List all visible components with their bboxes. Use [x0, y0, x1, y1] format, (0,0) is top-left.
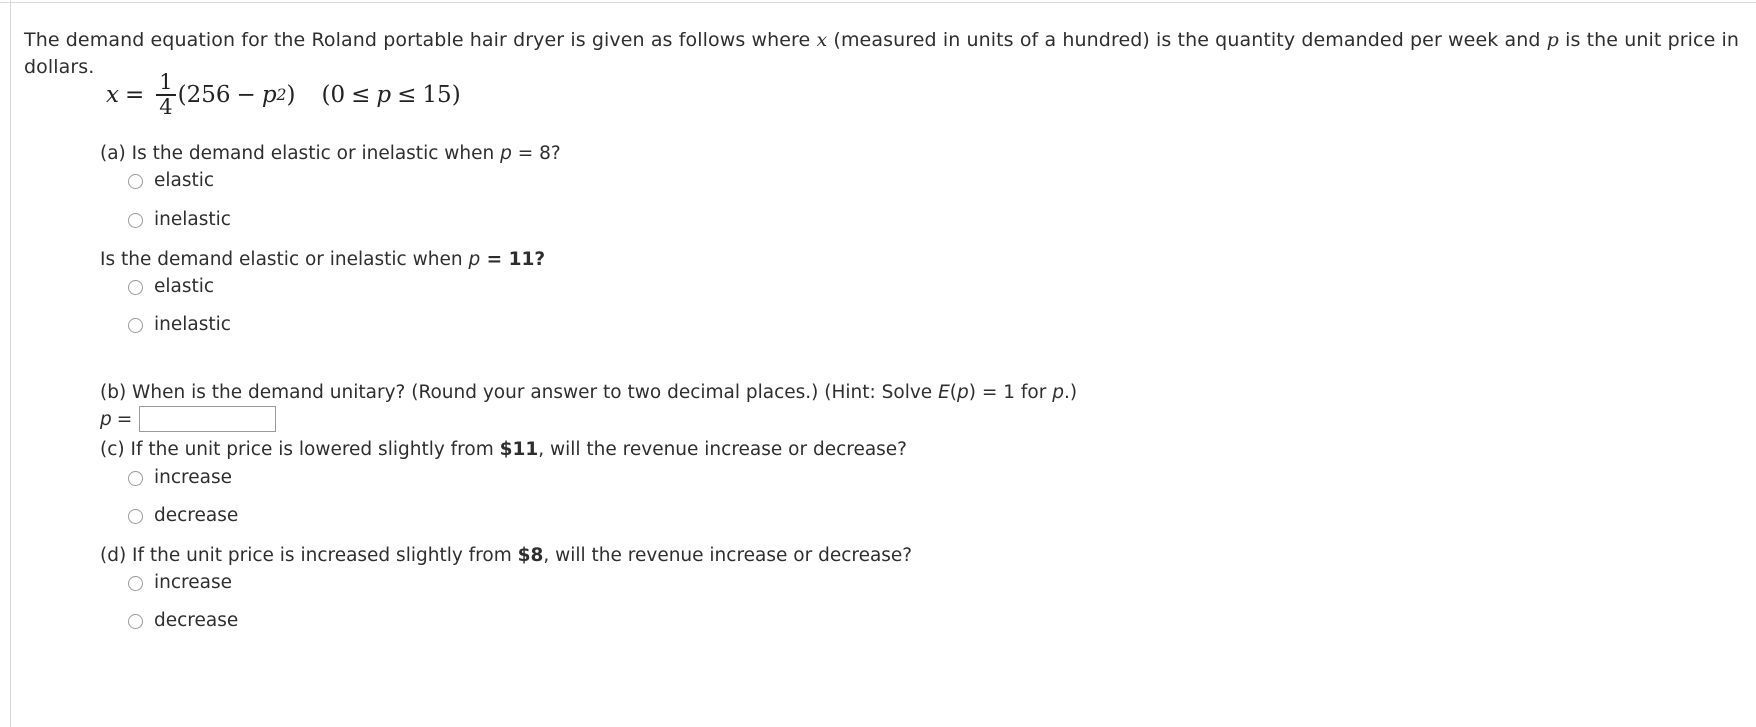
option-label: elastic — [154, 276, 215, 297]
part-b-answer-row: p = — [100, 406, 277, 432]
part-a-q1-text: (a) Is the demand elastic or inelastic w… — [100, 143, 501, 164]
fraction-denominator: 4 — [159, 94, 173, 119]
option-label: decrease — [154, 505, 239, 526]
part-a-q2-text: Is the demand elastic or inelastic when — [100, 249, 469, 270]
part-d-text: (d) If the unit price is increased sligh… — [100, 545, 518, 566]
answer-equals-sign: = — [116, 408, 133, 430]
part-a-q1-option-inelastic[interactable]: inelastic — [128, 209, 231, 231]
radio-button[interactable] — [128, 279, 143, 295]
domain-upper-bound: 15 — [422, 82, 452, 109]
intro-text-part-1: The demand equation for the Roland porta… — [24, 29, 817, 51]
part-c-option-increase[interactable]: increase — [128, 467, 232, 489]
part-c-text: (c) If the unit price is lowered slightl… — [100, 439, 500, 460]
part-d-option-decrease[interactable]: decrease — [128, 610, 238, 632]
radio-button[interactable] — [128, 575, 143, 591]
left-divider — [10, 0, 11, 727]
equation-open-paren: ( — [177, 82, 187, 109]
option-label: inelastic — [154, 314, 231, 335]
part-c-option-decrease[interactable]: decrease — [128, 505, 238, 527]
domain-close-paren: ) — [451, 82, 461, 109]
part-b-text: (b) When is the demand unitary? (Round y… — [100, 382, 939, 403]
part-a-question-2: Is the demand elastic or inelastic when … — [100, 247, 545, 273]
part-d-question: (d) If the unit price is increased sligh… — [100, 543, 912, 569]
radio-button[interactable] — [128, 470, 143, 486]
equation-lhs: x — [106, 82, 119, 109]
equation-close-paren: ) — [286, 82, 296, 109]
part-a-q2-variable: p — [468, 249, 481, 270]
part-d-amount: $8 — [517, 545, 544, 566]
equation-var-p: p — [261, 82, 277, 109]
radio-button[interactable] — [128, 317, 143, 333]
part-a-q1-option-elastic[interactable]: elastic — [128, 170, 214, 192]
equation-fraction: 1 4 — [156, 70, 176, 119]
radio-button[interactable] — [128, 173, 143, 189]
part-a-q1-variable: p — [500, 143, 512, 164]
intro-variable-p: p — [1546, 29, 1559, 51]
part-b-function: E — [938, 382, 950, 403]
option-label: decrease — [154, 610, 239, 631]
domain-le-1: ≤ — [351, 82, 371, 109]
fraction-numerator: 1 — [159, 70, 173, 94]
part-c-amount: $11 — [499, 439, 539, 460]
part-a-q2-value: = 11? — [480, 249, 546, 270]
intro-text-part-2: (measured in units of a hundred) is the … — [827, 29, 1547, 51]
part-b-answer-input[interactable] — [139, 406, 277, 432]
intro-variable-x: x — [816, 29, 828, 51]
part-b-variable: p — [956, 382, 969, 403]
part-b-open-paren: ( — [949, 382, 957, 403]
part-b-variable-2: p — [1052, 382, 1064, 403]
option-label: increase — [154, 572, 232, 593]
equation-minus: − — [236, 82, 256, 109]
domain-variable: p — [376, 82, 392, 109]
part-a-q1-value: = 8? — [511, 143, 561, 164]
part-b-text-3: .) — [1063, 382, 1078, 403]
domain-le-2: ≤ — [397, 82, 417, 109]
part-a-q2-option-inelastic[interactable]: inelastic — [128, 314, 231, 336]
part-c-text-2: , will the revenue increase or decrease? — [538, 439, 908, 460]
part-d-text-2: , will the revenue increase or decrease? — [543, 545, 913, 566]
domain-open-paren: ( — [321, 82, 331, 109]
problem-page: The demand equation for the Roland porta… — [0, 0, 1756, 727]
part-c-question: (c) If the unit price is lowered slightl… — [100, 437, 907, 463]
equation-equals: = — [124, 82, 145, 109]
option-label: elastic — [154, 170, 215, 191]
radio-button[interactable] — [128, 508, 143, 524]
part-b-text-2: ) = 1 for — [968, 382, 1053, 403]
part-a-question-1: (a) Is the demand elastic or inelastic w… — [100, 141, 561, 167]
option-label: inelastic — [154, 209, 231, 230]
radio-button[interactable] — [128, 613, 143, 629]
answer-variable-label: p — [100, 408, 112, 430]
option-label: increase — [154, 467, 232, 488]
equation-constant: 256 — [186, 82, 231, 109]
radio-button[interactable] — [128, 212, 143, 228]
domain-lower-bound: 0 — [330, 82, 346, 109]
part-d-option-increase[interactable]: increase — [128, 572, 232, 594]
part-a-q2-option-elastic[interactable]: elastic — [128, 276, 214, 298]
demand-equation: x = 1 4 ( 256 − p2 ) ( 0 ≤ p ≤ 15 ) — [106, 70, 461, 119]
top-divider — [0, 2, 1756, 3]
part-b-question: (b) When is the demand unitary? (Round y… — [100, 380, 1077, 406]
